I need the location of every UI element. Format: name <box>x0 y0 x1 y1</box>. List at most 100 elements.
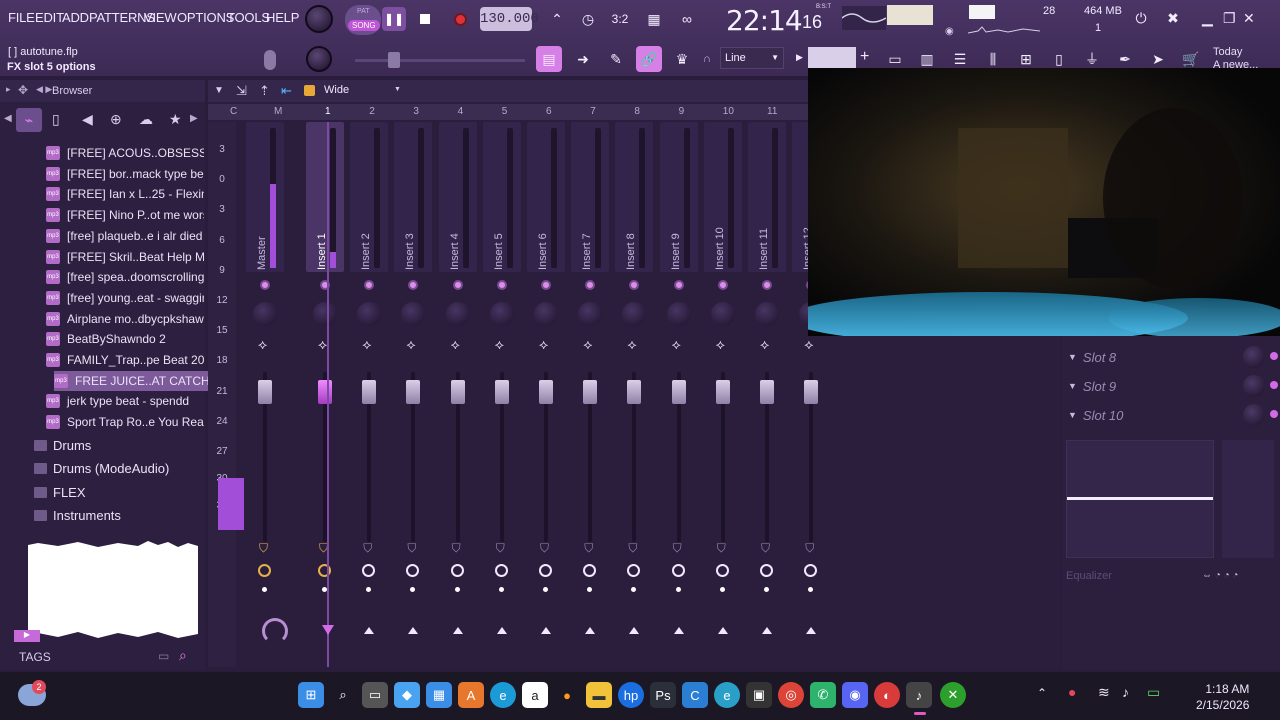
browser-file-item[interactable]: mp3 [free] spea..doomscrolling <box>46 267 204 287</box>
volume-fader-handle[interactable] <box>627 380 642 404</box>
snap-select[interactable]: Line ▼ <box>720 47 784 69</box>
tab-scroll-left-icon[interactable]: ◀ <box>4 113 12 124</box>
browser-file-item[interactable]: mp3 [FREE] Ian x L..25 - Flexing <box>46 184 204 204</box>
master-strip[interactable]: Master ⟡ ⛉ <box>246 122 284 667</box>
browser-file-item[interactable]: mp3 Airplane mo..dbycpkshawn <box>46 309 204 329</box>
master-volume-knob[interactable] <box>305 5 333 33</box>
stereo-separation-icon[interactable]: ⟡ <box>760 336 769 353</box>
task-view-icon[interactable]: ▭ <box>362 682 388 708</box>
magnet-icon[interactable]: ∩ <box>703 53 711 65</box>
tab-scroll-right-icon[interactable]: ▶ <box>190 113 198 124</box>
pin-icon[interactable]: ✥ <box>18 83 28 97</box>
slot-chevron-icon[interactable]: ▼ <box>1068 352 1077 362</box>
volume-icon[interactable]: ♪ <box>1122 684 1129 700</box>
word-icon[interactable]: C <box>682 682 708 708</box>
stereo-separation-icon[interactable]: ⟡ <box>539 336 548 353</box>
eye-icon[interactable]: ◉ <box>945 26 954 37</box>
insert-strip[interactable]: Insert 1 ⟡ ⛉ <box>306 122 344 667</box>
volume-fader-handle[interactable] <box>406 380 421 404</box>
sidechain-clock-icon[interactable] <box>539 564 552 577</box>
route-dot[interactable] <box>498 587 504 592</box>
search-icon[interactable]: ⌕ <box>179 647 187 664</box>
ruler-number[interactable]: 8 <box>634 106 640 117</box>
sidechain-clock-icon[interactable] <box>583 564 597 577</box>
tray-chevron-icon[interactable]: ⌃ <box>1037 686 1047 700</box>
pan-knob[interactable] <box>710 302 735 326</box>
stereo-separation-icon[interactable]: ⟡ <box>583 336 592 353</box>
strip-enable-dot[interactable] <box>452 280 463 290</box>
ruler-number[interactable]: C <box>230 106 237 117</box>
route-send-arrow-icon[interactable] <box>629 627 640 634</box>
media-icon[interactable]: ▣ <box>746 682 772 708</box>
master-pitch-knob[interactable] <box>306 46 332 72</box>
strip-enable-dot[interactable] <box>673 280 684 290</box>
stereo-separation-icon[interactable]: ⟡ <box>451 336 460 353</box>
strip-enable-dot[interactable] <box>260 280 270 290</box>
ruler-number[interactable]: 2 <box>369 106 375 117</box>
fx-slot-icon[interactable]: ⛉ <box>496 541 505 556</box>
fl-studio-taskbar-icon[interactable]: ♪ <box>906 682 932 708</box>
sidechain-clock-icon[interactable] <box>318 564 331 577</box>
arrows-icon[interactable]: ◀ ▶ <box>36 84 52 95</box>
browser-file-item[interactable]: mp3 [FREE] Skril..Beat Help Me <box>46 247 204 267</box>
system-clock[interactable]: 1:18 AM 2/15/2026 <box>1196 681 1249 713</box>
slot-mix-knob[interactable] <box>1243 346 1265 368</box>
insert-strip[interactable]: Insert 2 ⟡ ⛉ <box>350 122 389 667</box>
route-dot[interactable] <box>410 587 416 592</box>
stereo-separation-icon[interactable]: ⟡ <box>804 336 813 353</box>
route-send-arrow-icon[interactable] <box>762 627 772 634</box>
slot-chevron-icon[interactable]: ▼ <box>1068 410 1077 420</box>
strip-enable-dot[interactable] <box>717 280 728 290</box>
pause-button[interactable]: ❚❚ <box>382 7 406 31</box>
pan-knob[interactable] <box>578 302 603 326</box>
strip-enable-dot[interactable] <box>408 280 419 290</box>
edge-dev-icon[interactable]: e <box>714 682 740 708</box>
insert-strip[interactable]: Insert 6 ⟡ ⛉ <box>527 122 565 667</box>
minimize-icon[interactable]: ▁ <box>1202 10 1213 27</box>
menu-file[interactable]: FILE <box>8 10 35 25</box>
ruler-number[interactable]: 5 <box>502 106 508 117</box>
hp-icon[interactable]: hp <box>618 682 644 708</box>
volume-fader-handle[interactable] <box>362 380 377 404</box>
wifi-icon[interactable]: ≋ <box>1098 684 1110 701</box>
route-send-arrow-icon[interactable] <box>452 627 463 634</box>
pan-knob[interactable] <box>313 302 337 326</box>
browser-file-item[interactable]: mp3 [FREE] Nino P..ot me worst <box>46 205 204 225</box>
route-icon[interactable]: ⇲ <box>236 83 247 99</box>
record-button[interactable] <box>448 7 472 31</box>
mixer-menu-icon[interactable]: ▼ <box>214 85 224 96</box>
ruler-number[interactable]: M <box>274 106 282 117</box>
metronome-icon[interactable]: ⌃ <box>544 6 570 32</box>
fx-slot-icon[interactable]: ⛉ <box>761 541 770 556</box>
app-red-icon[interactable]: ◐ <box>874 682 900 708</box>
restore-icon[interactable]: ❐ <box>1223 10 1236 27</box>
route-dot[interactable] <box>587 587 593 592</box>
insert-strip[interactable]: Insert 5 ⟡ ⛉ <box>482 122 521 667</box>
tab-cloud-icon[interactable]: ☁ <box>139 111 153 128</box>
eq-link-icon[interactable]: ⇔ ◔ ◔ ◔ <box>1202 570 1238 581</box>
preview-play-icon[interactable]: ▶ <box>14 630 40 642</box>
edge-icon[interactable]: e <box>490 682 516 708</box>
tab-all-icon[interactable]: ⌁ <box>16 108 42 132</box>
slot-mix-knob[interactable] <box>1243 404 1265 426</box>
browser-folder-item[interactable]: Drums (ModeAudio) <box>34 458 169 480</box>
equalizer-graph[interactable] <box>1066 440 1214 558</box>
volume-fader-handle[interactable] <box>715 380 730 404</box>
discord-icon[interactable]: ◉ <box>842 682 868 708</box>
route-send-arrow-icon[interactable] <box>585 627 596 634</box>
sidechain-clock-icon[interactable] <box>258 564 271 577</box>
stereo-separation-icon[interactable]: ⟡ <box>362 336 371 353</box>
sidechain-clock-icon[interactable] <box>362 564 376 577</box>
fx-slot-icon[interactable]: ⛉ <box>584 541 593 556</box>
battery-icon[interactable]: ▭ <box>1147 684 1160 701</box>
insert-strip[interactable]: Insert 3 ⟡ ⛉ <box>394 122 433 667</box>
insert1-route-arrow-icon[interactable] <box>322 625 334 635</box>
sidechain-clock-icon[interactable] <box>450 564 464 577</box>
route-up-icon[interactable]: ⇡ <box>259 83 270 99</box>
store-icon[interactable]: ▦ <box>426 682 452 708</box>
view-mode-chevron-icon[interactable]: ▼ <box>394 86 401 93</box>
master-slider-handle[interactable] <box>388 52 400 68</box>
strip-enable-dot[interactable] <box>629 280 640 290</box>
menu-edit[interactable]: EDIT <box>35 10 64 25</box>
arrow-right-icon[interactable]: ➜ <box>570 46 596 72</box>
